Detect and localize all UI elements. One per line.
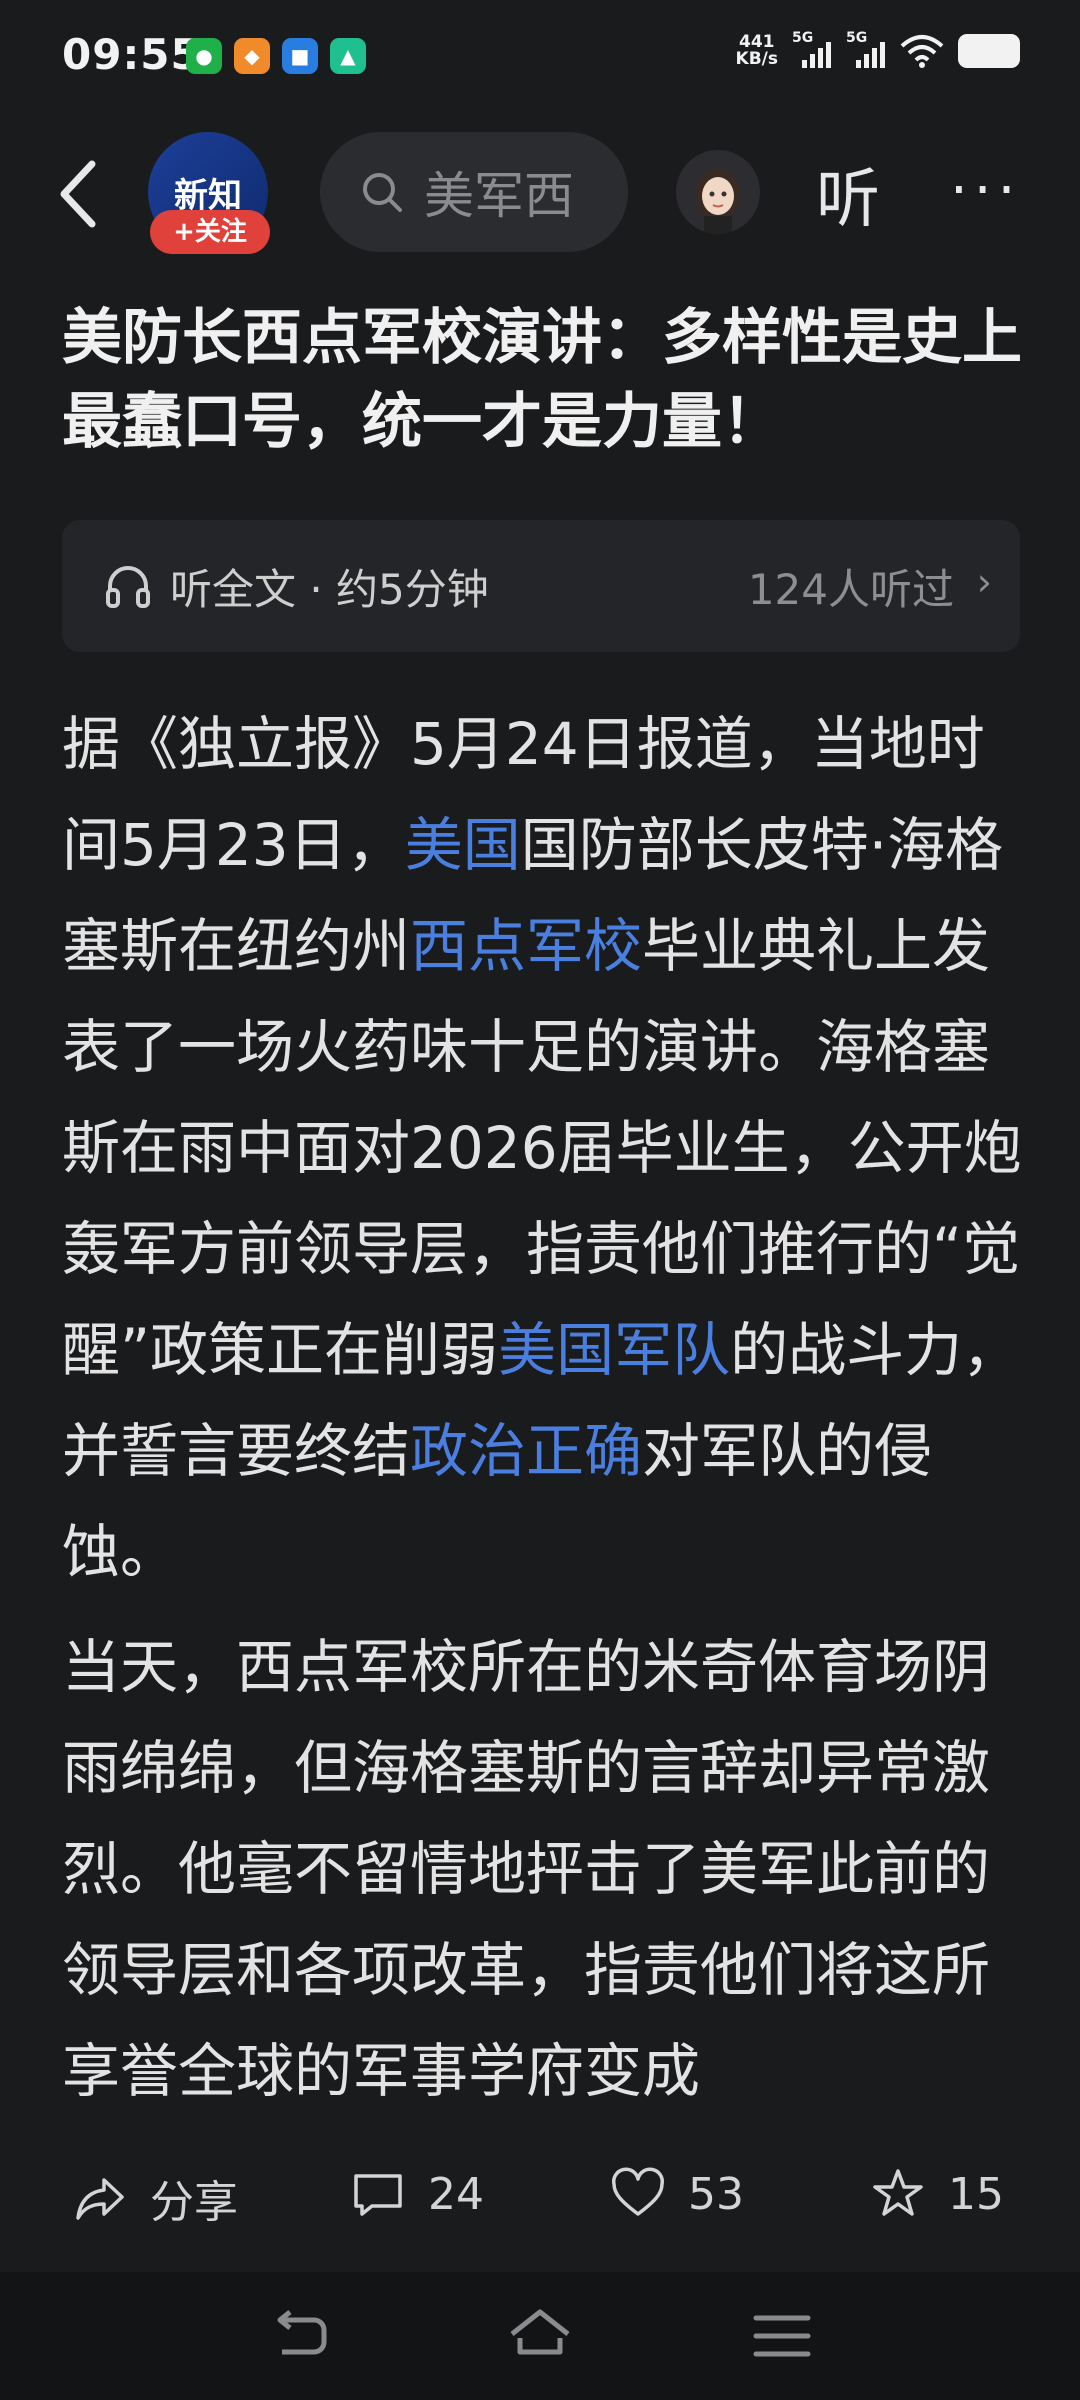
comment-icon bbox=[354, 2174, 402, 2216]
signal-icon: 5G bbox=[792, 30, 832, 68]
channel-avatar[interactable]: 新知 +关注 bbox=[148, 132, 272, 256]
app-icon-blue: ■ bbox=[282, 38, 318, 74]
keyword-link[interactable]: 西点军校 bbox=[410, 912, 642, 980]
like-button[interactable]: 53 bbox=[610, 2166, 744, 2222]
anchor-avatar-icon bbox=[696, 168, 740, 234]
paragraph-text: 当天，西点军校所在的米奇体育场阴雨绵绵，但海格塞斯的言辞却异常激烈。他毫不留情地… bbox=[62, 1633, 991, 2105]
keyword-link[interactable]: 美国军队 bbox=[498, 1316, 730, 1384]
favorite-count: 15 bbox=[948, 2168, 1004, 2220]
share-label: 分享 bbox=[150, 2177, 238, 2228]
back-gesture-icon[interactable] bbox=[268, 2306, 332, 2366]
home-icon[interactable] bbox=[508, 2306, 572, 2366]
listen-button[interactable]: 听 bbox=[816, 148, 880, 240]
back-icon[interactable] bbox=[50, 154, 110, 234]
search-placeholder: 美军西 bbox=[424, 167, 574, 225]
notification-icons: ● ◆ ■ ▲ bbox=[186, 38, 366, 74]
listen-count: 124人听过 bbox=[747, 565, 954, 614]
app-icon-orange: ◆ bbox=[234, 38, 270, 74]
chevron-right-icon: › bbox=[976, 560, 992, 604]
search-box[interactable]: 美军西 bbox=[320, 132, 628, 252]
net-speed: 441 KB/s bbox=[735, 32, 778, 69]
system-nav-bar bbox=[0, 2272, 1080, 2400]
search-icon bbox=[363, 173, 402, 212]
like-count: 53 bbox=[688, 2168, 744, 2220]
battery-icon bbox=[958, 34, 1020, 68]
app-icon-green: ▲ bbox=[330, 38, 366, 74]
keyword-link[interactable]: 政治正确 bbox=[410, 1417, 642, 1485]
top-nav: 新知 +关注 美军西 听 ··· bbox=[0, 128, 1080, 258]
article-title: 美防长西点军校演讲：多样性是史上最蠢口号，统一才是力量！ bbox=[62, 303, 1022, 457]
more-menu-button[interactable]: ··· bbox=[950, 158, 1021, 223]
favorite-button[interactable]: 15 bbox=[870, 2166, 1004, 2222]
share-icon bbox=[76, 2178, 124, 2220]
article-paragraph: 当天，西点军校所在的米奇体育场阴雨绵绵，但海格塞斯的言辞却异常激烈。他毫不留情地… bbox=[62, 1617, 1022, 2122]
article-body: 据《独立报》5月24日报道，当地时间5月23日，美国国防部长皮特·海格塞斯在纽约… bbox=[62, 694, 1022, 2122]
headphone-icon bbox=[106, 566, 150, 608]
ai-anchor-avatar[interactable] bbox=[676, 150, 760, 234]
paragraph-text: 毕业典礼上发表了一场火药味十足的演讲。海格塞斯在雨中面对2026届毕业生，公开炮… bbox=[62, 912, 1022, 1384]
comment-button[interactable]: 24 bbox=[350, 2166, 484, 2222]
menu-icon[interactable] bbox=[750, 2306, 814, 2366]
article-paragraph: 据《独立报》5月24日报道，当地时间5月23日，美国国防部长皮特·海格塞斯在纽约… bbox=[62, 694, 1022, 1603]
follow-button[interactable]: +关注 bbox=[150, 210, 270, 254]
status-time: 09:55 bbox=[62, 30, 201, 79]
action-bar: 分享 24 53 15 bbox=[0, 2160, 1080, 2240]
heart-icon bbox=[612, 2167, 664, 2216]
keyword-link[interactable]: 美国 bbox=[405, 811, 521, 879]
wechat-icon: ● bbox=[186, 38, 222, 74]
listen-label: 听全文 · 约5分钟 bbox=[170, 565, 489, 614]
signal-icon-2: 5G bbox=[846, 30, 886, 68]
listen-full-text-bar[interactable]: 听全文 · 约5分钟 124人听过 › bbox=[62, 520, 1020, 652]
share-button[interactable]: 分享 bbox=[72, 2166, 238, 2230]
status-bar: 09:55 ● ◆ ■ ▲ 441 KB/s 5G 5G bbox=[0, 0, 1080, 116]
star-icon bbox=[873, 2169, 923, 2216]
comment-count: 24 bbox=[428, 2168, 484, 2220]
wifi-icon bbox=[900, 35, 944, 68]
